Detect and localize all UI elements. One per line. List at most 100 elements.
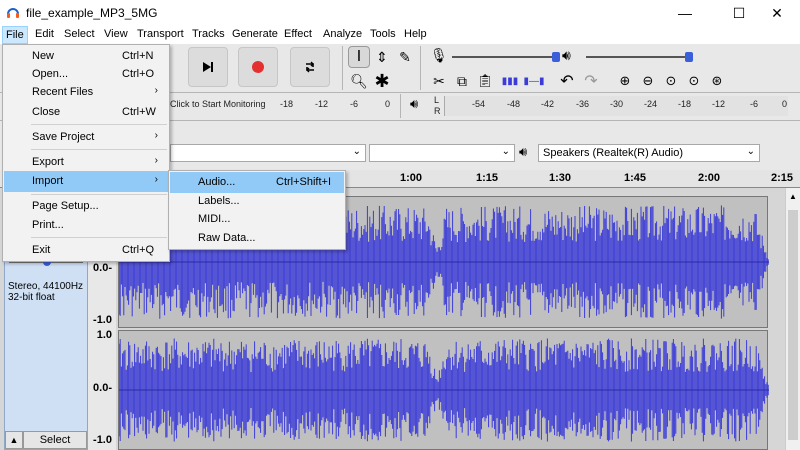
asterisk-icon: ✱: [374, 70, 390, 91]
menu-analyze[interactable]: Analyze: [322, 28, 363, 40]
menu-item-page-setup[interactable]: Page Setup...: [4, 196, 168, 217]
playback-volume-thumb[interactable]: [685, 52, 693, 62]
play-tick: -6: [750, 99, 759, 109]
menu-view[interactable]: View: [103, 28, 129, 40]
record-volume-thumb[interactable]: [552, 52, 560, 62]
play-tick: -42: [541, 99, 555, 109]
silence-audio-button[interactable]: ▮—▮: [522, 70, 546, 92]
vertical-scrollbar[interactable]: ▲: [785, 188, 800, 450]
playback-volume-slider[interactable]: [586, 56, 690, 58]
menu-item-recent-files[interactable]: Recent Files ›: [4, 82, 168, 103]
menu-item-print[interactable]: Print...: [4, 215, 168, 236]
window-title: file_example_MP3_5MG: [26, 6, 158, 20]
record-button[interactable]: [238, 47, 278, 87]
ruler-tick: 1:00: [400, 172, 423, 184]
track-rate-info: Stereo, 44100Hz: [8, 281, 84, 292]
loop-button[interactable]: [290, 47, 330, 87]
menu-transport[interactable]: Transport: [136, 28, 185, 40]
redo-button[interactable]: ↷: [580, 70, 602, 92]
menu-tools[interactable]: Tools: [369, 28, 397, 40]
menu-item-shortcut: Ctrl+Q: [122, 244, 155, 256]
zoom-toggle-button[interactable]: ⊛: [706, 70, 728, 92]
menu-item-label: Print...: [32, 219, 64, 231]
menu-item-label: Close: [32, 106, 61, 118]
menu-edit[interactable]: Edit: [34, 28, 55, 40]
undo-button[interactable]: ↶: [556, 70, 578, 92]
submenu-item-raw-data[interactable]: Raw Data...: [170, 228, 344, 249]
monitor-text[interactable]: Click to Start Monitoring: [170, 99, 266, 109]
minimize-button[interactable]: —: [662, 0, 708, 26]
menu-item-label: Labels...: [198, 195, 240, 207]
rec-tick: -18: [280, 99, 294, 109]
play-tick: -54: [472, 99, 486, 109]
i-beam-icon: I: [356, 48, 362, 65]
skip-to-end-button[interactable]: [188, 47, 228, 87]
menu-item-label: Save Project: [32, 131, 95, 143]
draw-tool-button[interactable]: ✎: [394, 46, 416, 68]
submenu-item-audio[interactable]: Audio... Ctrl+Shift+I: [170, 172, 344, 193]
scroll-up-icon[interactable]: ▲: [789, 192, 797, 201]
fit-project-button[interactable]: ⊙: [683, 70, 705, 92]
collapse-track-button[interactable]: ▲: [5, 431, 23, 449]
menu-item-label: MIDI...: [198, 213, 231, 225]
paste-button[interactable]: 📋︎: [474, 70, 496, 92]
playback-meter-speaker-icon: 🔊︎: [410, 96, 419, 111]
speaker-icon: 🔊︎: [562, 47, 571, 63]
submenu-arrow-icon: ›: [154, 155, 158, 166]
menu-item-close[interactable]: Close Ctrl+W: [4, 102, 168, 123]
trim-icon: ▮▮▮: [501, 75, 519, 87]
submenu-arrow-icon: ›: [154, 85, 158, 96]
zoom-out-button[interactable]: ⊖: [637, 70, 659, 92]
menu-item-label: Open...: [32, 68, 69, 80]
scrollbar-thumb[interactable]: [788, 210, 798, 440]
playback-device-select[interactable]: Speakers (Realtek(R) Audio) ⌄: [538, 144, 760, 162]
chevron-down-icon: ⌄: [352, 146, 361, 157]
record-volume-slider[interactable]: [452, 56, 556, 58]
menu-item-label: Import: [32, 175, 64, 187]
ruler-tick: 2:00: [698, 172, 721, 184]
multi-tool-button[interactable]: ✱: [371, 70, 393, 92]
zoom-in-button[interactable]: ⊕: [614, 70, 636, 92]
trim-audio-button[interactable]: ▮▮▮: [498, 70, 522, 92]
menu-effect[interactable]: Effect: [283, 28, 313, 40]
menu-item-shortcut: Ctrl+Shift+I: [276, 176, 332, 188]
title-bar: file_example_MP3_5MG — ☐ ✕: [0, 0, 800, 26]
recording-device-select[interactable]: ⌄: [170, 144, 366, 162]
ruler-tick: 1:45: [624, 172, 647, 184]
menu-file[interactable]: File: [2, 26, 28, 44]
scale-label: 0.0-: [93, 382, 112, 394]
fit-selection-button[interactable]: ⊙: [660, 70, 682, 92]
menu-item-import[interactable]: Import ›: [4, 171, 168, 192]
menu-generate[interactable]: Generate: [231, 28, 279, 40]
menu-item-exit[interactable]: Exit Ctrl+Q: [4, 240, 168, 261]
clipboard-icon: 📋︎: [476, 73, 494, 88]
microphone-icon: 🎙︎: [430, 47, 448, 63]
menu-tracks[interactable]: Tracks: [191, 28, 226, 40]
menu-item-shortcut: Ctrl+O: [122, 68, 155, 80]
menu-select[interactable]: Select: [63, 28, 96, 40]
waveform-right-channel[interactable]: [118, 330, 769, 450]
selection-tool-button[interactable]: I: [348, 46, 370, 68]
menu-item-save-project[interactable]: Save Project ›: [4, 127, 168, 148]
scale-label: 1.0: [96, 329, 112, 341]
envelope-tool-button[interactable]: ⇕: [371, 46, 393, 68]
menu-item-label: Page Setup...: [32, 200, 99, 212]
menu-item-export[interactable]: Export ›: [4, 152, 168, 173]
menu-separator: [31, 124, 167, 125]
copy-button[interactable]: ⧉: [451, 70, 473, 92]
cut-button[interactable]: ✂: [428, 70, 450, 92]
envelope-icon: ⇕: [376, 48, 388, 65]
scale-label: -1.0: [93, 314, 112, 326]
zoom-tool-button[interactable]: 🔍︎: [348, 70, 370, 92]
recording-channels-select[interactable]: ⌄: [369, 144, 515, 162]
file-menu-popup: New Ctrl+N Open... Ctrl+O Recent Files › Cl…: [2, 44, 170, 262]
close-icon: ✕: [771, 4, 783, 21]
copy-icon: ⧉: [457, 72, 467, 89]
rec-tick: 0: [385, 99, 391, 109]
submenu-item-midi[interactable]: MIDI...: [170, 209, 344, 230]
play-tick: -24: [644, 99, 658, 109]
menu-help[interactable]: Help: [403, 28, 428, 40]
close-window-button[interactable]: ✕: [754, 0, 800, 26]
track-select-button[interactable]: Select: [23, 431, 87, 449]
meter-left-channel: L: [434, 95, 440, 105]
